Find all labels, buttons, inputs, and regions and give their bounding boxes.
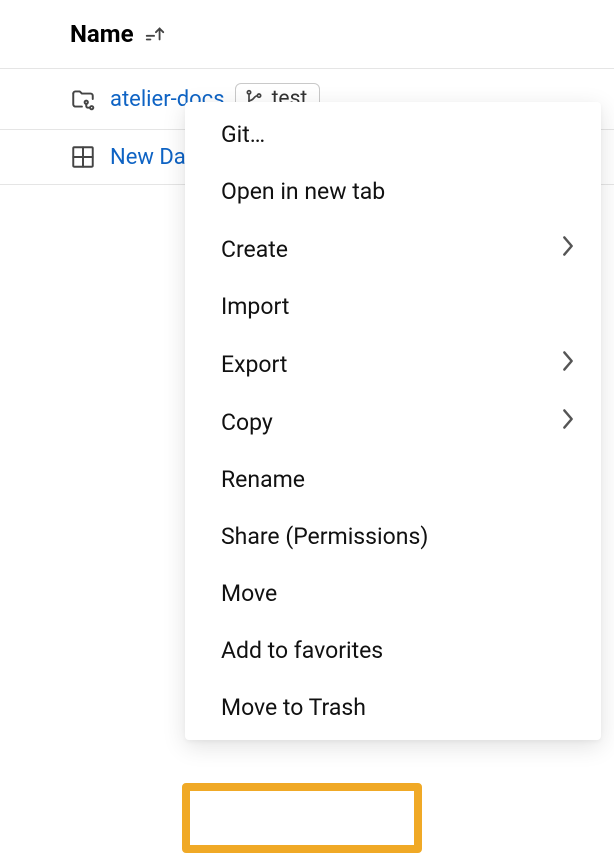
- context-menu: Git… Open in new tab Create Import Expor…: [185, 102, 601, 740]
- menu-item-rename[interactable]: Rename: [185, 451, 601, 508]
- column-header-name[interactable]: Name: [70, 20, 134, 48]
- menu-item-label: Git…: [221, 121, 265, 148]
- menu-item-label: Add to favorites: [221, 637, 383, 664]
- menu-item-create[interactable]: Create: [185, 220, 601, 278]
- menu-item-share[interactable]: Share (Permissions): [185, 508, 601, 565]
- chevron-right-icon: [561, 350, 575, 378]
- menu-item-label: Copy: [221, 409, 273, 436]
- menu-item-import[interactable]: Import: [185, 278, 601, 335]
- menu-item-copy[interactable]: Copy: [185, 393, 601, 451]
- menu-item-move[interactable]: Move: [185, 565, 601, 622]
- menu-item-export[interactable]: Export: [185, 335, 601, 393]
- menu-item-label: Export: [221, 351, 287, 378]
- column-header-row: Name: [0, 0, 614, 69]
- menu-item-add-favorites[interactable]: Add to favorites: [185, 622, 601, 679]
- menu-item-label: Import: [221, 293, 289, 320]
- chevron-right-icon: [561, 235, 575, 263]
- dashboard-icon: [70, 144, 96, 170]
- menu-item-label: Move: [221, 580, 277, 607]
- file-name-link[interactable]: New Da: [110, 145, 186, 170]
- menu-item-label: Move to Trash: [221, 694, 366, 721]
- sort-icon[interactable]: [144, 23, 166, 45]
- highlight-annotation: [182, 783, 422, 853]
- menu-item-label: Rename: [221, 466, 305, 493]
- menu-item-move-to-trash[interactable]: Move to Trash: [185, 679, 601, 736]
- menu-item-open-new-tab[interactable]: Open in new tab: [185, 163, 601, 220]
- menu-item-label: Open in new tab: [221, 178, 385, 205]
- menu-item-label: Create: [221, 236, 288, 263]
- menu-item-git[interactable]: Git…: [185, 106, 601, 163]
- git-folder-icon: [70, 86, 96, 112]
- menu-item-label: Share (Permissions): [221, 523, 428, 550]
- chevron-right-icon: [561, 408, 575, 436]
